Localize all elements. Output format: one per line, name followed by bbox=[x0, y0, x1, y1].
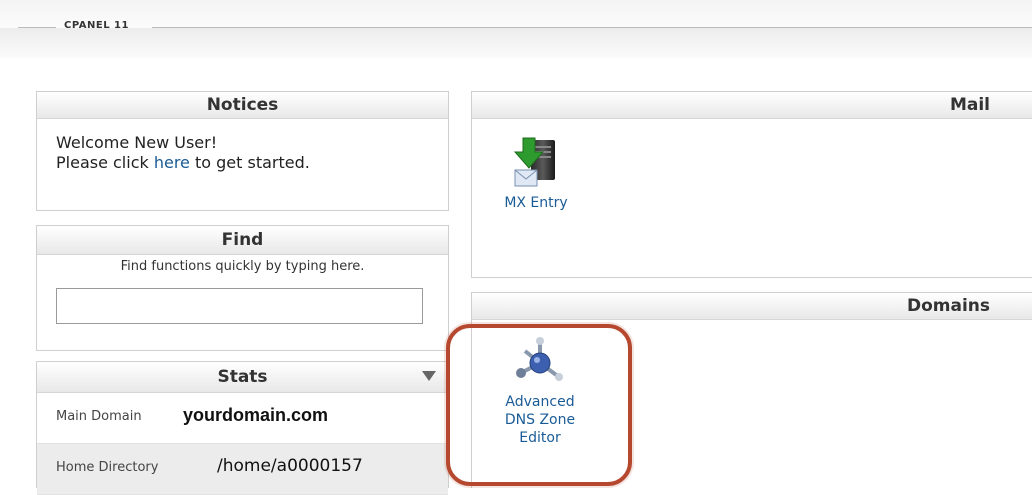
stat-label: Main Domain bbox=[56, 409, 142, 424]
get-started-line: Please click here to get started. bbox=[56, 153, 448, 173]
get-started-suffix: to get started. bbox=[189, 153, 310, 172]
header-shade bbox=[0, 28, 1032, 58]
header-rule-right bbox=[152, 27, 1032, 28]
stats-panel: Stats Main Domain yourdomain.com Home Di… bbox=[36, 361, 449, 495]
welcome-text: Welcome New User! bbox=[56, 133, 218, 152]
stat-value: /home/a0000157 bbox=[217, 456, 363, 476]
stat-value: yourdomain.com bbox=[183, 405, 329, 425]
get-started-prefix: Please click bbox=[56, 153, 154, 172]
notices-body: Welcome New User! Please click here to g… bbox=[37, 119, 448, 173]
domains-heading: Domains bbox=[472, 293, 1032, 320]
find-heading: Find bbox=[37, 226, 448, 255]
stat-row-home-directory: Home Directory /home/a0000157 bbox=[37, 444, 448, 495]
find-input-wrap bbox=[37, 274, 448, 324]
stat-row-main-domain: Main Domain yourdomain.com bbox=[37, 393, 448, 444]
get-started-link[interactable]: here bbox=[154, 153, 190, 172]
cpanel-title: CPANEL 11 bbox=[64, 20, 129, 31]
notices-panel: Notices Welcome New User! Please click h… bbox=[36, 91, 449, 211]
top-header: CPANEL 11 bbox=[0, 0, 1032, 70]
header-rule-left bbox=[18, 27, 56, 28]
highlight-callout bbox=[446, 324, 632, 486]
stats-title: Stats bbox=[217, 367, 268, 387]
find-panel: Find Find functions quickly by typing he… bbox=[36, 225, 449, 351]
find-input[interactable] bbox=[56, 288, 423, 324]
find-hint: Find functions quickly by typing here. bbox=[120, 259, 365, 274]
notices-heading: Notices bbox=[37, 92, 448, 119]
mx-entry-icon bbox=[513, 137, 555, 187]
stats-heading[interactable]: Stats bbox=[37, 362, 448, 393]
mx-entry-label[interactable]: MX Entry bbox=[496, 194, 576, 212]
collapse-arrow-icon[interactable] bbox=[422, 371, 436, 381]
mail-heading: Mail bbox=[472, 92, 1032, 119]
stat-label: Home Directory bbox=[56, 460, 159, 475]
mail-panel: Mail MX Entry bbox=[471, 91, 1032, 278]
mx-entry-tile[interactable]: MX Entry bbox=[496, 136, 576, 212]
